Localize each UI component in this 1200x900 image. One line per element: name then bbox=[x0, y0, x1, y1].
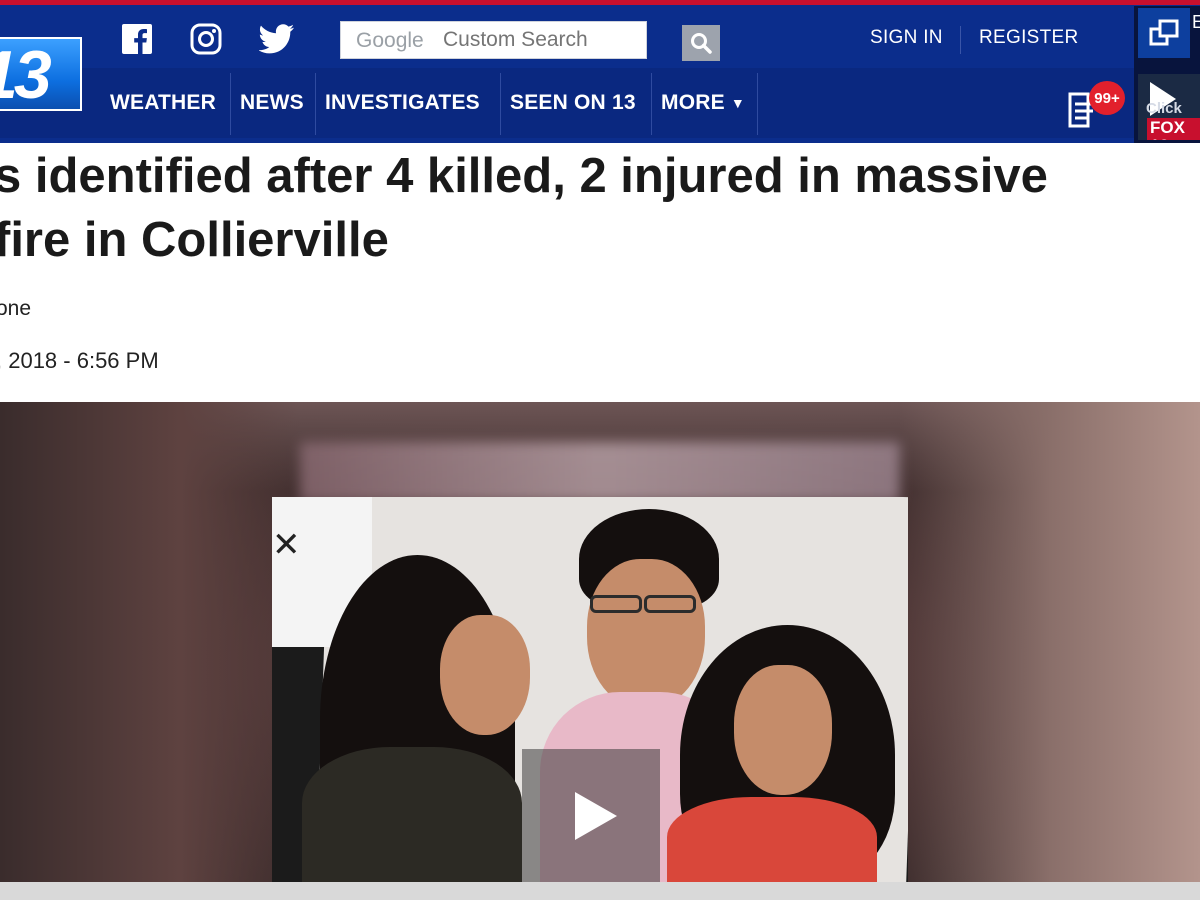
popout-button[interactable] bbox=[1138, 8, 1190, 58]
blurred-background bbox=[900, 402, 1200, 882]
nav-item-weather[interactable]: WEATHER bbox=[110, 68, 216, 138]
blurred-background bbox=[300, 442, 900, 502]
face-shape bbox=[734, 665, 832, 795]
panel-edge-text: E bbox=[1192, 12, 1200, 32]
popout-icon bbox=[1149, 19, 1179, 46]
face-shape bbox=[587, 559, 705, 709]
register-link[interactable]: REGISTER bbox=[979, 27, 1079, 49]
article-headline: s identified after 4 killed, 2 injured i… bbox=[0, 144, 1200, 272]
magnifier-icon bbox=[691, 33, 712, 54]
glasses-shape bbox=[590, 595, 642, 613]
article-byline: one bbox=[0, 297, 32, 320]
sign-in-link[interactable]: SIGN IN bbox=[870, 27, 943, 49]
nav-divider bbox=[757, 73, 758, 135]
search-button[interactable] bbox=[682, 25, 720, 61]
headline-line-2: fire in Collierville bbox=[0, 213, 389, 267]
nav-more-label: MORE bbox=[661, 91, 725, 114]
nav-divider bbox=[230, 73, 231, 135]
twitter-icon[interactable] bbox=[259, 21, 295, 57]
notification-badge[interactable]: 99+ bbox=[1089, 81, 1125, 115]
photo-corner-mark: ✕ bbox=[272, 526, 301, 564]
auth-divider bbox=[960, 26, 961, 54]
nav-divider bbox=[500, 73, 501, 135]
clothing-shape bbox=[667, 797, 877, 882]
nav-divider bbox=[315, 73, 316, 135]
glasses-shape bbox=[644, 595, 696, 613]
nav-item-investigates[interactable]: INVESTIGATES bbox=[325, 68, 480, 138]
player-bottom-bar bbox=[0, 882, 1200, 900]
clothing-shape bbox=[302, 747, 522, 882]
instagram-icon[interactable] bbox=[188, 21, 224, 57]
face-shape bbox=[440, 615, 530, 735]
facebook-icon[interactable] bbox=[119, 21, 155, 57]
nav-item-more[interactable]: MORE ▼ bbox=[661, 68, 745, 138]
logo-number: 13 bbox=[0, 37, 52, 111]
play-button[interactable] bbox=[522, 749, 660, 882]
station-logo[interactable]: 13 bbox=[0, 37, 82, 111]
nav-divider bbox=[651, 73, 652, 135]
article-timestamp: , 2018 - 6:56 PM bbox=[0, 348, 159, 373]
caret-down-icon: ▼ bbox=[730, 95, 745, 111]
live-video-thumbnail[interactable]: Click FOX 13 bbox=[1138, 74, 1200, 140]
click-label: Click bbox=[1146, 100, 1182, 117]
search-brand-label: Google bbox=[356, 29, 424, 52]
play-icon bbox=[575, 791, 617, 840]
channel-badge: FOX 13 bbox=[1147, 118, 1200, 140]
blurred-background bbox=[0, 402, 300, 882]
nav-item-news[interactable]: NEWS bbox=[240, 68, 304, 138]
nav-item-seen-on-13[interactable]: SEEN ON 13 bbox=[510, 68, 636, 138]
headline-line-1: s identified after 4 killed, 2 injured i… bbox=[0, 149, 1048, 203]
search-box[interactable]: Google bbox=[340, 21, 647, 59]
